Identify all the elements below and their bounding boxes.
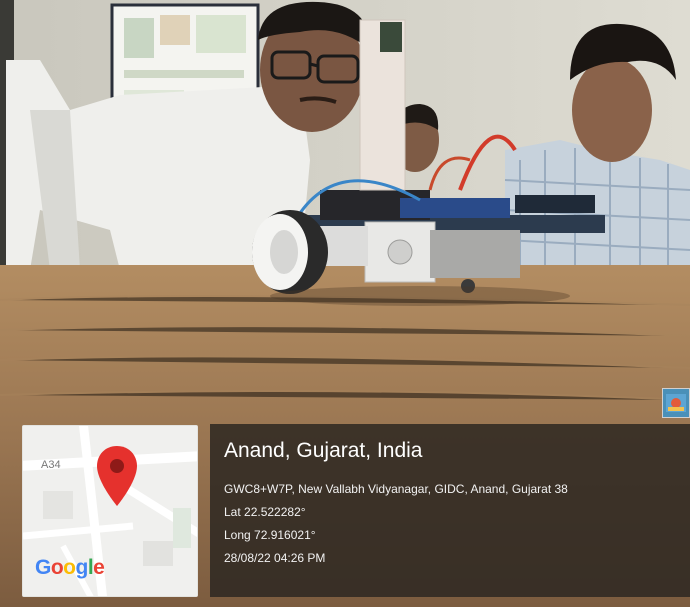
google-logo: Google (35, 556, 105, 579)
location-pin-icon (97, 446, 137, 506)
camera-app-icon (662, 388, 690, 418)
longitude-text: Long 72.916021° (224, 528, 316, 542)
latitude-text: Lat 22.522282° (224, 505, 306, 519)
geotag-info-panel: Anand, Gujarat, India GWC8+W7P, New Vall… (210, 424, 690, 597)
address-text: GWC8+W7P, New Vallabh Vidyanagar, GIDC, … (224, 482, 568, 496)
map-road-label: A34 (41, 459, 61, 471)
map-thumbnail[interactable]: A34 Google (22, 425, 198, 597)
datetime-text: 28/08/22 04:26 PM (224, 551, 326, 565)
location-title: Anand, Gujarat, India (224, 439, 423, 462)
